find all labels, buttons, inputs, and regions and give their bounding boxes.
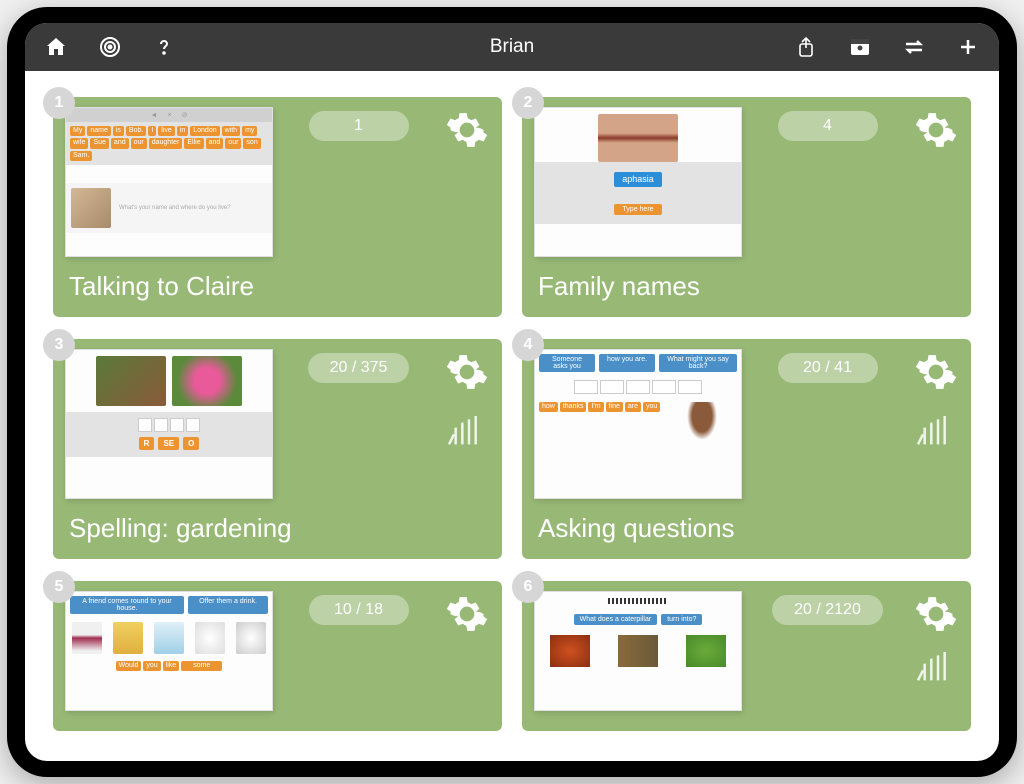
lesson-card[interactable]: 5 A friend comes round to your house. Of…	[53, 581, 502, 731]
lesson-thumbnail: A friend comes round to your house. Offe…	[65, 591, 273, 711]
card-number-badge: 5	[43, 571, 75, 603]
count-pill: 20 / 41	[778, 353, 878, 383]
count-pill: 20 / 375	[308, 353, 410, 383]
gear-icon[interactable]	[444, 591, 490, 637]
card-number-badge: 4	[512, 329, 544, 361]
tablet-frame: Brian 1 ◄×⊘	[7, 7, 1017, 777]
card-number-badge: 1	[43, 87, 75, 119]
lesson-card[interactable]: 6 What does a caterpillar turn into?	[522, 581, 971, 731]
card-number-badge: 2	[512, 87, 544, 119]
swap-icon[interactable]	[901, 34, 927, 60]
lesson-thumbnail: ◄×⊘ MynameisBob.IliveinLondonwithmywifeS…	[65, 107, 273, 257]
help-icon[interactable]	[151, 34, 177, 60]
card-title: Spelling: gardening	[69, 513, 490, 544]
count-pill: 20 / 2120	[772, 595, 883, 625]
card-number-badge: 3	[43, 329, 75, 361]
card-title: Family names	[538, 271, 959, 302]
target-icon[interactable]	[97, 34, 123, 60]
chart-icon[interactable]	[913, 647, 953, 687]
gear-icon[interactable]	[913, 591, 959, 637]
screen: Brian 1 ◄×⊘	[25, 23, 999, 761]
gear-icon[interactable]	[913, 107, 959, 153]
add-icon[interactable]	[955, 34, 981, 60]
page-title: Brian	[490, 36, 534, 58]
gear-icon[interactable]	[913, 349, 959, 395]
lesson-thumbnail: R SE O	[65, 349, 273, 499]
card-number-badge: 6	[512, 571, 544, 603]
count-pill: 4	[778, 111, 878, 141]
lesson-card[interactable]: 3 R SE O	[53, 339, 502, 559]
toolbar: Brian	[25, 23, 999, 71]
lesson-card[interactable]: 2 aphasia Type here 4	[522, 97, 971, 317]
lesson-thumbnail: Someone asks you how you are. What might…	[534, 349, 742, 499]
lesson-thumbnail: What does a caterpillar turn into?	[534, 591, 742, 711]
card-title: Talking to Claire	[69, 271, 490, 302]
lesson-card[interactable]: 4 Someone asks you how you are. What mig…	[522, 339, 971, 559]
card-grid: 1 ◄×⊘ MynameisBob.IliveinLondonwithmywif…	[53, 97, 971, 731]
chart-icon[interactable]	[444, 411, 484, 451]
picture-icon[interactable]	[847, 34, 873, 60]
count-pill: 10 / 18	[309, 595, 409, 625]
share-icon[interactable]	[793, 34, 819, 60]
lesson-card[interactable]: 1 ◄×⊘ MynameisBob.IliveinLondonwithmywif…	[53, 97, 502, 317]
gear-icon[interactable]	[444, 107, 490, 153]
chart-icon[interactable]	[913, 411, 953, 451]
count-pill: 1	[309, 111, 409, 141]
card-title: Asking questions	[538, 513, 959, 544]
gear-icon[interactable]	[444, 349, 490, 395]
lesson-thumbnail: aphasia Type here	[534, 107, 742, 257]
content-area: 1 ◄×⊘ MynameisBob.IliveinLondonwithmywif…	[25, 71, 999, 761]
home-icon[interactable]	[43, 34, 69, 60]
